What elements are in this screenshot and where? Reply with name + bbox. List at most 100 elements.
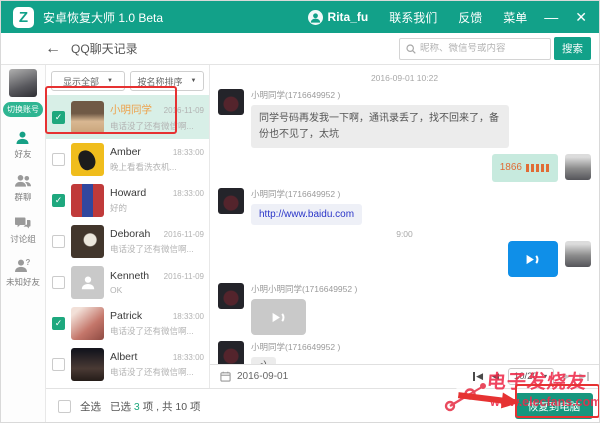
contact-row-albert[interactable]: ✓ Albert18:33:00 电话没了还有微信啊... — [46, 344, 209, 385]
selected-count: 3 — [134, 401, 140, 413]
message-sender: 小明同学(1716649952 ) — [251, 188, 362, 200]
sidebar-item-label: 群聊 — [14, 191, 31, 203]
contact-row-howard[interactable]: ✓ Howard 18:33:00 好的 — [46, 180, 209, 221]
contact-name: Deborah — [110, 228, 150, 240]
page-title: QQ聊天记录 — [71, 40, 138, 57]
contact-preview: 电话没了还有微信啊... — [110, 243, 204, 255]
sidebar-item-label: 讨论组 — [10, 233, 36, 245]
contact-time: 18:33:00 — [173, 312, 204, 321]
avatar — [218, 89, 244, 115]
username: Rita_fu — [328, 10, 369, 24]
contact-checkbox[interactable]: ✓ — [52, 111, 65, 124]
close-button[interactable]: ✕ — [575, 10, 587, 24]
feedback-link[interactable]: 反馈 — [458, 9, 482, 26]
message-link[interactable]: http://www.baidu.com — [251, 204, 362, 226]
contact-list-panel: 显示全部 ▼ 按名称排序 ▼ ✓ 小明同学2016-11-09 — [46, 65, 210, 388]
search-input[interactable] — [420, 43, 544, 54]
contact-time: 2016-11-09 — [164, 272, 204, 281]
avatar — [71, 307, 104, 340]
switch-account-button[interactable]: 切换账号 — [3, 102, 43, 117]
selected-label: 已选 — [110, 401, 131, 413]
contact-checkbox[interactable]: ✓ — [52, 194, 65, 207]
prev-page-button[interactable]: ◀ — [492, 372, 499, 381]
contact-checkbox[interactable]: ✓ — [52, 235, 65, 248]
avatar — [565, 154, 591, 180]
sidebar-item-discussion[interactable]: 讨论组 — [10, 216, 36, 245]
chat-date-header: 2016-09-01 10:22 — [218, 73, 591, 83]
contact-time: 18:33:00 — [173, 189, 204, 198]
avatar — [71, 101, 104, 134]
contact-row-amber[interactable]: ✓ Amber 18:33:00 晚上看看洗衣机... — [46, 139, 209, 180]
message-list: 2016-09-01 10:22 小明同学(1716649952 ) 同学号码再… — [210, 65, 599, 364]
last-page-button[interactable]: ▶ — [579, 372, 589, 381]
minimize-button[interactable]: — — [544, 10, 558, 24]
contact-checkbox[interactable]: ✓ — [52, 276, 65, 289]
contact-name: Amber — [110, 146, 141, 158]
contact-preview: 晚上看看洗衣机... — [110, 161, 204, 173]
contact-row-xiaoming[interactable]: ✓ 小明同学2016-11-09 电话没了还有微信啊... — [46, 95, 209, 139]
video-message[interactable] — [508, 241, 558, 277]
sort-dropdown-label: 按名称排序 — [138, 75, 183, 88]
page-indicator: 10/20 — [514, 371, 538, 382]
next-page-button[interactable]: ▶ — [563, 372, 570, 381]
sidebar-item-groups[interactable]: 群聊 — [14, 173, 32, 203]
select-all-label: 全选 — [80, 399, 101, 414]
search-icon — [406, 44, 416, 54]
page-dropdown[interactable]: 10/20 ▼ — [508, 368, 554, 385]
contact-name: Kenneth — [110, 270, 149, 282]
app-logo: Z — [13, 7, 34, 28]
contact-preview: 电话没了还有微信啊... — [110, 366, 204, 378]
user-account[interactable]: Rita_fu — [308, 10, 369, 25]
first-page-button[interactable]: ◀ — [473, 372, 483, 381]
selection-unit: 项 — [190, 401, 201, 413]
chat-panel: 2016-09-01 10:22 小明同学(1716649952 ) 同学号码再… — [210, 65, 599, 388]
search-button[interactable]: 搜索 — [554, 37, 591, 60]
group-chat-icon — [14, 173, 32, 189]
recover-to-pc-button[interactable]: 恢复到电脑 — [515, 393, 593, 419]
selection-text: 项 , 共 — [143, 401, 173, 413]
contact-checkbox[interactable]: ✓ — [52, 358, 65, 371]
sidebar-item-unknown-friends[interactable]: ? 未知好友 — [6, 258, 40, 288]
back-arrow-icon[interactable]: ← — [45, 40, 61, 58]
sidebar: 切换账号 好友 群聊 — [1, 65, 46, 423]
message-sender: 小明小明同学(1716649952 ) — [251, 283, 357, 295]
avatar — [218, 283, 244, 309]
menu-link[interactable]: 菜单 — [503, 9, 527, 26]
filter-dropdown-label: 显示全部 — [63, 75, 99, 88]
video-message[interactable] — [251, 299, 306, 335]
contact-row-deborah[interactable]: ✓ Deborah2016-11-09 电话没了还有微信啊... — [46, 221, 209, 262]
voice-message[interactable]: •) — [251, 357, 276, 364]
titlebar: Z 安卓恢复大师 1.0 Beta Rita_fu 联系我们 反馈 菜单 — ✕ — [1, 1, 599, 33]
filter-dropdown[interactable]: 显示全部 ▼ — [51, 71, 125, 91]
contact-preview: 电话没了还有微信啊... — [110, 120, 204, 132]
video-camera-icon — [268, 310, 290, 325]
contact-checkbox[interactable]: ✓ — [52, 153, 65, 166]
chat-footer-date: 2016-09-01 — [237, 371, 288, 382]
contact-row-kenneth[interactable]: ✓ Kenneth2016-11-09 OK — [46, 262, 209, 303]
contact-checkbox[interactable]: ✓ — [52, 317, 65, 330]
avatar — [565, 241, 591, 267]
person-placeholder-icon — [79, 274, 97, 292]
sort-dropdown[interactable]: 按名称排序 ▼ — [130, 71, 204, 91]
avatar — [218, 188, 244, 214]
message-incoming-video: 小明小明同学(1716649952 ) — [218, 283, 591, 335]
selection-summary: 已选 3 项 , 共 10 项 — [110, 399, 200, 414]
select-all-checkbox[interactable]: ✓ — [58, 400, 71, 413]
contact-time: 18:33:00 — [173, 148, 204, 157]
contact-row-patrick[interactable]: ✓ Patrick18:33:00 电话没了还有微信啊... — [46, 303, 209, 344]
message-incoming-text: 小明同学(1716649952 ) 同学号码再发我一下啊，通讯录丢了，找不回来了… — [218, 89, 591, 148]
avatar — [71, 184, 104, 217]
contact-us-link[interactable]: 联系我们 — [389, 9, 437, 26]
message-bubble: 1866 — [492, 154, 558, 182]
contact-name: Howard — [110, 187, 146, 199]
message-outgoing-video — [218, 241, 591, 277]
chevron-down-icon: ▼ — [543, 374, 548, 380]
chat-footer: 2016-09-01 ◀ ◀ 10/20 ▼ ▶ ▶ — [210, 364, 599, 388]
avatar — [71, 225, 104, 258]
contact-preview: 好的 — [110, 202, 204, 214]
search-box — [399, 38, 551, 60]
chevron-down-icon: ▼ — [191, 78, 197, 84]
sidebar-item-friends[interactable]: 好友 — [14, 130, 31, 160]
avatar — [71, 348, 104, 381]
censored-number: 1866 — [500, 160, 522, 176]
